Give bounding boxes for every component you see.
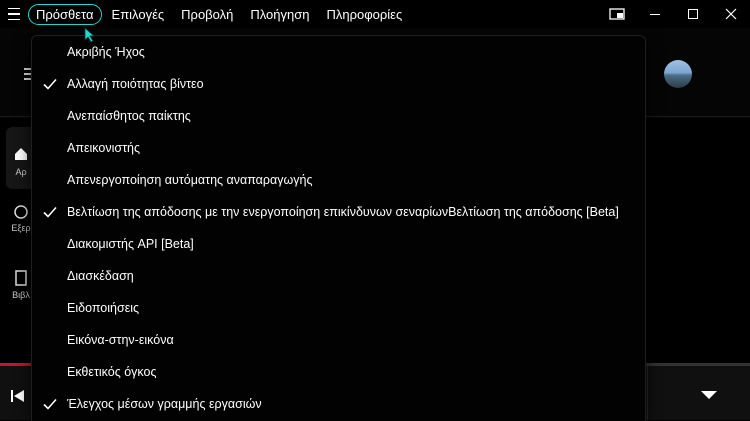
title-bar: Πρόσθετα Επιλογές Προβολή Πλοήγηση Πληρο… bbox=[0, 0, 750, 28]
menu-options[interactable]: Επιλογές bbox=[105, 4, 172, 25]
picture-in-picture-icon[interactable] bbox=[598, 0, 636, 28]
dropdown-menu-item[interactable]: Ακριβής Ήχος bbox=[32, 36, 645, 68]
previous-track-icon[interactable] bbox=[10, 389, 26, 406]
dropdown-menu-item[interactable]: Διακομιστής API [Beta] bbox=[32, 228, 645, 260]
dropdown-menu-item-label: Αλλαγή ποιότητας βίντεο bbox=[67, 77, 204, 91]
dropdown-menu-item-label: Εικόνα-στην-εικόνα bbox=[67, 333, 174, 347]
dropdown-menu-item[interactable]: Ανεπαίσθητος παίκτης bbox=[32, 100, 645, 132]
maximize-icon[interactable] bbox=[674, 0, 712, 28]
dropdown-menu-item[interactable]: Ειδοποιήσεις bbox=[32, 292, 645, 324]
checkmark-icon bbox=[42, 204, 58, 220]
dropdown-menu-item-label: Βελτίωση της απόδοσης με την ενεργοποίησ… bbox=[67, 205, 619, 219]
checkmark-icon bbox=[42, 396, 58, 412]
dropdown-menu-item[interactable]: Απεικονιστής bbox=[32, 132, 645, 164]
dropdown-menu-item-label: Εκθετικός όγκος bbox=[67, 365, 157, 379]
menu-navigation[interactable]: Πλοήγηση bbox=[243, 4, 316, 25]
dropdown-menu-item-label: Ανεπαίσθητος παίκτης bbox=[67, 109, 191, 123]
dropdown-menu-item[interactable]: Εκθετικός όγκος bbox=[32, 356, 645, 388]
extensions-dropdown-menu: Ακριβής Ήχος Αλλαγή ποιότητας βίντεο Ανεπα… bbox=[31, 35, 646, 421]
menu-bar: Πρόσθετα Επιλογές Προβολή Πλοήγηση Πληρο… bbox=[28, 0, 412, 28]
dropdown-menu-item-label: Ειδοποιήσεις bbox=[67, 301, 140, 315]
window-controls bbox=[598, 0, 750, 28]
player-divider bbox=[647, 366, 648, 420]
minimize-icon[interactable] bbox=[636, 0, 674, 28]
dropdown-menu-item[interactable]: Βελτίωση της απόδοσης με την ενεργοποίησ… bbox=[32, 196, 645, 228]
checkmark-icon bbox=[42, 76, 58, 92]
dropdown-menu-item-label: Απενεργοποίηση αυτόματης αναπαραγωγής bbox=[67, 173, 313, 187]
dropdown-menu-item[interactable]: Έλεγχος μέσων γραμμής εργασιών bbox=[32, 388, 645, 420]
chevron-down-icon[interactable] bbox=[700, 389, 718, 404]
dropdown-menu-item-label: Ακριβής Ήχος bbox=[67, 45, 145, 59]
dropdown-menu-item-label: Διασκέδαση bbox=[67, 269, 134, 283]
hamburger-menu-icon[interactable] bbox=[0, 0, 28, 28]
mouse-cursor-icon bbox=[84, 27, 96, 46]
dropdown-menu-item-label: Διακομιστής API [Beta] bbox=[67, 237, 194, 251]
menu-view[interactable]: Προβολή bbox=[174, 4, 240, 25]
close-icon[interactable] bbox=[712, 0, 750, 28]
avatar[interactable] bbox=[664, 60, 692, 88]
dropdown-menu-item-label: Απεικονιστής bbox=[67, 141, 141, 155]
menu-extensions[interactable]: Πρόσθετα bbox=[28, 3, 102, 25]
menu-about[interactable]: Πληροφορίες bbox=[320, 4, 410, 25]
dropdown-menu-item[interactable]: Εικόνα-στην-εικόνα bbox=[32, 324, 645, 356]
dropdown-menu-item[interactable]: Διασκέδαση bbox=[32, 260, 645, 292]
dropdown-menu-item-label: Έλεγχος μέσων γραμμής εργασιών bbox=[67, 397, 262, 411]
dropdown-menu-item[interactable]: Απενεργοποίηση αυτόματης αναπαραγωγής bbox=[32, 164, 645, 196]
dropdown-menu-item[interactable]: Αλλαγή ποιότητας βίντεο bbox=[32, 68, 645, 100]
